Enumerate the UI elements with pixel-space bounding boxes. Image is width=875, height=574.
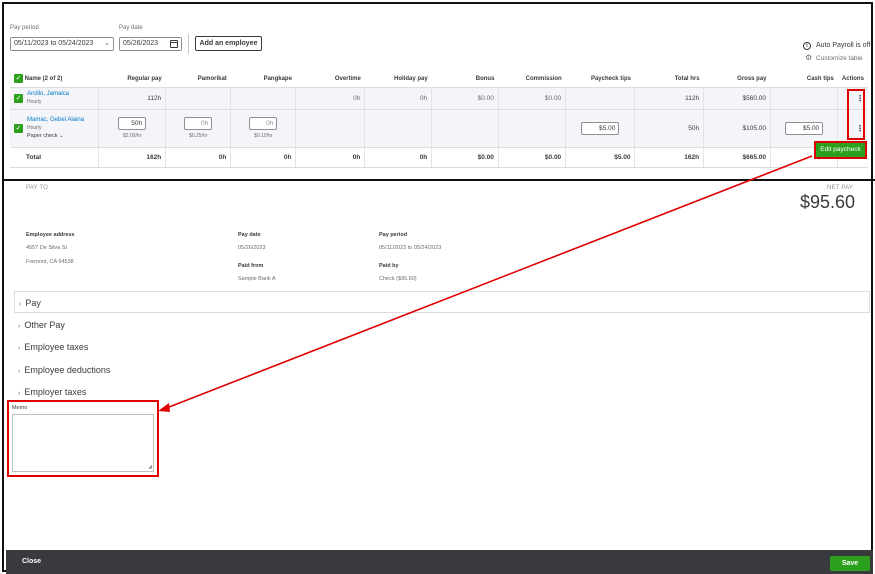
annotation-arrow [158,155,813,412]
annotation-arrow-line [163,155,813,410]
annotation-arrow-head [158,403,170,412]
